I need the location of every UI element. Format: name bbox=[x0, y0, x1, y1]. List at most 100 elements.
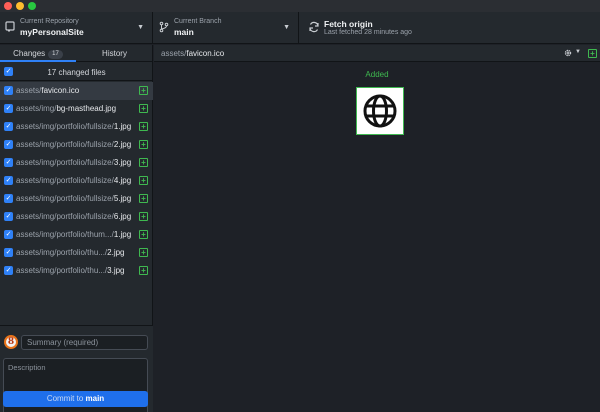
sidebar-tabs: Changes 17 History bbox=[0, 45, 153, 62]
file-path: assets/img/portfolio/fullsize/1.jpg bbox=[16, 122, 136, 131]
file-checkbox[interactable]: ✓ bbox=[4, 248, 13, 257]
diff-file-dir: assets/ bbox=[161, 49, 187, 58]
file-checkbox[interactable]: ✓ bbox=[4, 158, 13, 167]
gear-icon[interactable] bbox=[563, 48, 573, 58]
file-path: assets/img/portfolio/fullsize/4.jpg bbox=[16, 176, 136, 185]
tab-history-label: History bbox=[102, 49, 127, 58]
file-name: 4.jpg bbox=[113, 176, 132, 185]
current-repository-selector[interactable]: Current Repository myPersonalSite ▼ bbox=[0, 12, 153, 44]
file-list-item[interactable]: ✓ assets/img/bg-masthead.jpg + bbox=[0, 100, 153, 118]
file-name: favicon.ico bbox=[41, 86, 80, 95]
toolbar: Current Repository myPersonalSite ▼ Curr… bbox=[0, 12, 600, 44]
commit-summary-input[interactable] bbox=[21, 335, 148, 350]
file-list-item[interactable]: ✓ assets/img/portfolio/thum.../1.jpg + bbox=[0, 226, 153, 244]
file-checkbox[interactable]: ✓ bbox=[4, 266, 13, 275]
file-list-item[interactable]: ✓ assets/img/portfolio/fullsize/4.jpg + bbox=[0, 172, 153, 190]
file-dir: assets/img/portfolio/fullsize/ bbox=[16, 176, 114, 185]
file-path: assets/img/portfolio/fullsize/5.jpg bbox=[16, 194, 136, 203]
file-dir: assets/img/portfolio/fullsize/ bbox=[16, 140, 114, 149]
commit-button-branch: main bbox=[85, 394, 105, 403]
file-path: assets/img/portfolio/fullsize/2.jpg bbox=[16, 140, 136, 149]
file-dir: assets/img/portfolio/fullsize/ bbox=[16, 212, 114, 221]
repo-icon bbox=[5, 21, 15, 32]
sync-icon bbox=[309, 21, 319, 33]
tab-changes[interactable]: Changes 17 bbox=[0, 45, 76, 62]
branch-caption: Current Branch bbox=[174, 18, 222, 25]
changed-files-list: ✓ assets/favicon.ico + ✓ assets/img/bg-masth… bbox=[0, 82, 153, 324]
minimize-window-button[interactable] bbox=[16, 2, 24, 10]
file-list-item[interactable]: ✓ assets/img/portfolio/fullsize/5.jpg + bbox=[0, 190, 153, 208]
file-checkbox[interactable]: ✓ bbox=[4, 176, 13, 185]
avatar: 8 bbox=[4, 335, 18, 349]
chevron-down-icon[interactable]: ▼ bbox=[575, 49, 581, 55]
file-checkbox[interactable]: ✓ bbox=[4, 230, 13, 239]
file-list-item[interactable]: ✓ assets/img/portfolio/fullsize/1.jpg + bbox=[0, 118, 153, 136]
file-added-icon: + bbox=[139, 122, 148, 131]
file-dir: assets/img/portfolio/fullsize/ bbox=[16, 158, 114, 167]
file-checkbox[interactable]: ✓ bbox=[4, 86, 13, 95]
title-bar bbox=[0, 0, 600, 12]
changed-files-count: 17 changed files bbox=[47, 68, 106, 77]
globe-icon bbox=[363, 94, 397, 128]
repository-name: myPersonalSite bbox=[20, 27, 84, 37]
file-list-item[interactable]: ✓ assets/img/portfolio/fullsize/2.jpg + bbox=[0, 136, 153, 154]
file-name: bg-masthead.jpg bbox=[56, 104, 117, 113]
fetch-title: Fetch origin bbox=[324, 19, 373, 29]
branch-icon bbox=[159, 21, 169, 33]
file-dir: assets/img/portfolio/fullsize/ bbox=[16, 122, 114, 131]
file-name: 6.jpg bbox=[113, 212, 132, 221]
changes-sidebar: Changes 17 History ✓ 17 changed files ✓ as… bbox=[0, 45, 153, 412]
file-checkbox[interactable]: ✓ bbox=[4, 122, 13, 131]
file-added-icon: + bbox=[139, 158, 148, 167]
file-checkbox[interactable]: ✓ bbox=[4, 212, 13, 221]
file-dir: assets/img/portfolio/thu.../ bbox=[16, 266, 108, 275]
file-added-icon: + bbox=[139, 194, 148, 203]
tab-changes-label: Changes bbox=[13, 49, 46, 58]
commit-button-prefix: Commit to bbox=[46, 394, 86, 403]
file-path: assets/img/portfolio/thu.../3.jpg bbox=[16, 266, 136, 275]
file-added-icon: + bbox=[139, 230, 148, 239]
tab-history[interactable]: History bbox=[76, 45, 153, 62]
file-list-item[interactable]: ✓ assets/favicon.ico + bbox=[0, 82, 153, 100]
file-name: 3.jpg bbox=[107, 266, 125, 275]
current-branch-selector[interactable]: Current Branch main ▼ bbox=[154, 12, 299, 44]
image-preview bbox=[356, 87, 404, 135]
branch-name: main bbox=[174, 27, 194, 37]
diff-status-label: Added bbox=[365, 70, 389, 79]
zoom-window-button[interactable] bbox=[28, 2, 36, 10]
changed-files-header: ✓ 17 changed files bbox=[0, 63, 153, 81]
file-list-item[interactable]: ✓ assets/img/portfolio/fullsize/6.jpg + bbox=[0, 208, 153, 226]
file-name: 2.jpg bbox=[113, 140, 132, 149]
file-path: assets/img/bg-masthead.jpg bbox=[16, 104, 136, 113]
file-path: assets/favicon.ico bbox=[16, 86, 136, 95]
file-dir: assets/img/portfolio/thum.../ bbox=[16, 230, 114, 239]
file-added-icon: + bbox=[139, 176, 148, 185]
file-added-icon: + bbox=[588, 49, 597, 58]
file-checkbox[interactable]: ✓ bbox=[4, 104, 13, 113]
commit-button[interactable]: Commit to main bbox=[3, 391, 148, 407]
last-fetched-text: Last fetched 28 minutes ago bbox=[324, 29, 412, 36]
file-added-icon: + bbox=[139, 140, 148, 149]
diff-file-name: favicon.ico bbox=[186, 49, 225, 58]
file-list-item[interactable]: ✓ assets/img/portfolio/thu.../3.jpg + bbox=[0, 262, 153, 280]
file-list-item[interactable]: ✓ assets/img/portfolio/fullsize/3.jpg + bbox=[0, 154, 153, 172]
file-name: 3.jpg bbox=[113, 158, 132, 167]
file-name: 1.jpg bbox=[113, 230, 132, 239]
file-dir: assets/img/ bbox=[16, 104, 57, 113]
file-path: assets/img/portfolio/thum.../1.jpg bbox=[16, 230, 136, 239]
file-path: assets/img/portfolio/fullsize/3.jpg bbox=[16, 158, 136, 167]
file-added-icon: + bbox=[139, 266, 148, 275]
file-added-icon: + bbox=[139, 212, 148, 221]
close-window-button[interactable] bbox=[4, 2, 12, 10]
file-checkbox[interactable]: ✓ bbox=[4, 140, 13, 149]
repository-caption: Current Repository bbox=[20, 18, 79, 25]
file-checkbox[interactable]: ✓ bbox=[4, 194, 13, 203]
file-added-icon: + bbox=[139, 86, 148, 95]
file-dir: assets/img/portfolio/thu.../ bbox=[16, 248, 108, 257]
diff-header: assets/favicon.ico ▼ + bbox=[154, 45, 600, 62]
fetch-origin-button[interactable]: Fetch origin Last fetched 28 minutes ago bbox=[300, 12, 460, 44]
chevron-down-icon: ▼ bbox=[137, 24, 144, 31]
file-list-item[interactable]: ✓ assets/img/portfolio/thu.../2.jpg + bbox=[0, 244, 153, 262]
file-name: 5.jpg bbox=[113, 194, 132, 203]
file-dir: assets/ bbox=[16, 86, 42, 95]
